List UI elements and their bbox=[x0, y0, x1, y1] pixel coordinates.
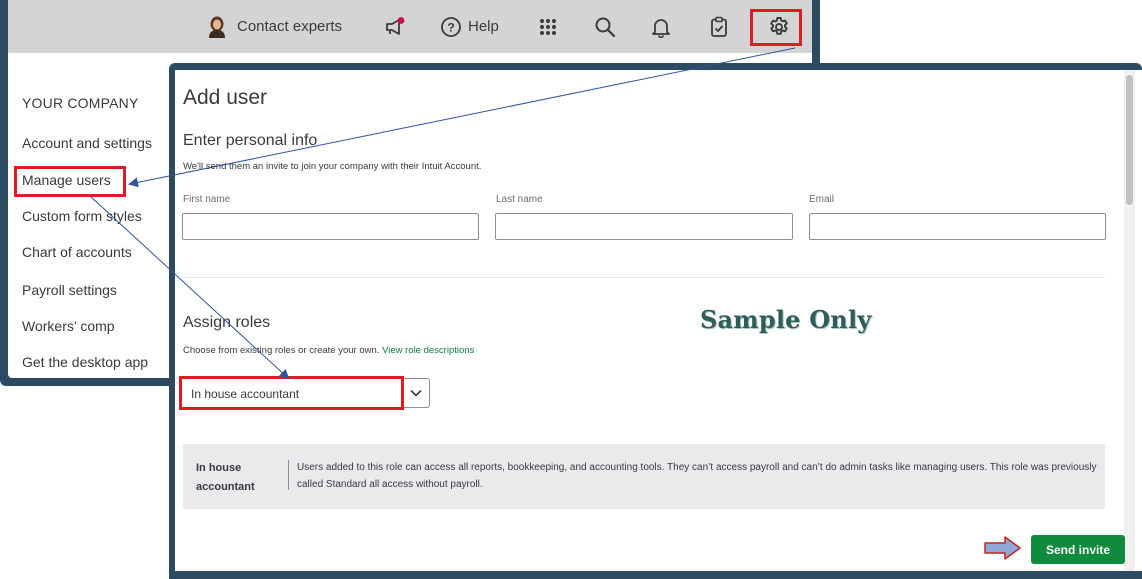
contact-experts-label: Contact experts bbox=[237, 18, 343, 35]
svg-text:?: ? bbox=[447, 20, 454, 34]
menu-item-desktop-app[interactable]: Get the desktop app bbox=[22, 354, 148, 370]
help-icon: ? bbox=[440, 16, 462, 38]
help-button[interactable]: ? Help bbox=[440, 0, 499, 53]
role-info-description: Users added to this role can access all … bbox=[297, 462, 1097, 490]
notifications-button[interactable] bbox=[651, 0, 671, 53]
role-select-toggle[interactable] bbox=[403, 378, 430, 408]
role-select[interactable]: In house accountant bbox=[181, 378, 402, 409]
first-name-field[interactable] bbox=[182, 213, 479, 240]
menu-item-workers-comp[interactable]: Workers’ comp bbox=[22, 318, 115, 334]
scrollbar-thumb[interactable] bbox=[1126, 75, 1133, 205]
role-select-value: In house accountant bbox=[191, 386, 300, 401]
menu-item-manage-users[interactable]: Manage users bbox=[22, 172, 111, 188]
tasks-button[interactable] bbox=[709, 0, 729, 53]
section-divider bbox=[183, 277, 1105, 278]
search-button[interactable] bbox=[594, 0, 616, 53]
clipboard-icon bbox=[709, 16, 729, 38]
view-role-descriptions-link[interactable]: View role descriptions bbox=[382, 345, 474, 356]
last-name-field[interactable] bbox=[495, 213, 793, 240]
megaphone-button[interactable] bbox=[384, 0, 406, 53]
top-navigation-bar bbox=[8, 0, 812, 53]
assign-roles-subtext: Choose from existing roles or create you… bbox=[183, 345, 474, 356]
contact-experts-button[interactable]: Contact experts bbox=[207, 0, 342, 53]
email-field[interactable] bbox=[809, 213, 1106, 240]
menu-item-chart-of-accounts[interactable]: Chart of accounts bbox=[22, 244, 132, 260]
gear-icon bbox=[768, 16, 790, 38]
first-name-label: First name bbox=[183, 194, 231, 205]
search-icon bbox=[594, 16, 616, 38]
menu-item-account-settings[interactable]: Account and settings bbox=[22, 135, 152, 151]
email-label: Email bbox=[809, 194, 835, 205]
expert-avatar-icon bbox=[207, 16, 227, 38]
bell-icon bbox=[651, 16, 671, 38]
role-info-separator bbox=[288, 460, 289, 490]
settings-gear-button[interactable] bbox=[768, 0, 790, 53]
personal-info-subtext: We'll send them an invite to join your c… bbox=[183, 161, 482, 172]
assign-roles-heading: Assign roles bbox=[183, 314, 271, 331]
send-invite-button[interactable]: Send invite bbox=[1031, 535, 1125, 564]
apps-button[interactable] bbox=[538, 0, 558, 53]
chevron-down-icon bbox=[410, 384, 422, 402]
last-name-label: Last name bbox=[496, 194, 543, 205]
help-label: Help bbox=[468, 18, 499, 35]
assign-roles-subtext-text: Choose from existing roles or create you… bbox=[183, 345, 380, 356]
megaphone-icon bbox=[384, 16, 406, 38]
apps-grid-icon bbox=[538, 17, 558, 37]
menu-item-custom-form-styles[interactable]: Custom form styles bbox=[22, 208, 142, 224]
page-title: Add user bbox=[183, 86, 268, 109]
role-info-name: In house accountant bbox=[196, 462, 255, 493]
personal-info-heading: Enter personal info bbox=[183, 132, 318, 149]
menu-item-payroll-settings[interactable]: Payroll settings bbox=[22, 282, 117, 298]
sample-only-watermark: Sample Only bbox=[700, 305, 872, 334]
your-company-heading: YOUR COMPANY bbox=[22, 95, 139, 111]
